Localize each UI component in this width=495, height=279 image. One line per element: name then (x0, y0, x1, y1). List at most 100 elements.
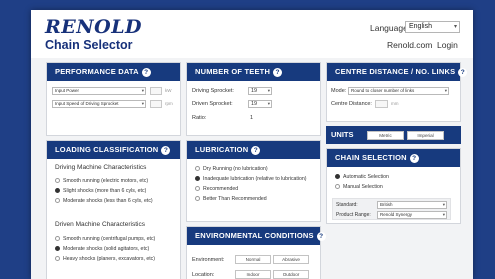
chain-selection-option[interactable]: Automatic Selection (335, 174, 389, 180)
help-icon[interactable]: ? (251, 146, 261, 155)
standard-value: British (380, 202, 393, 207)
input-speed-value: Input Speed of Driving Sprocket (55, 101, 119, 106)
centre-distance-panel: CENTRE DISTANCE / NO. LINKS? Mode: Round… (326, 62, 468, 122)
radio-button[interactable] (195, 176, 200, 181)
location-indoor-toggle[interactable]: Indoor (235, 270, 271, 279)
brand: RENOLD Chain Selector (45, 18, 142, 53)
centre-distance-unit: mm (391, 101, 399, 106)
help-icon[interactable]: ? (409, 154, 419, 163)
driven-machine-option[interactable]: Moderate shocks (solid agitators, etc) (55, 246, 149, 252)
environment-abrasive-toggle[interactable]: Abrasive (273, 255, 309, 264)
chevron-down-icon: ▾ (267, 101, 270, 106)
centre-distance-header: CENTRE DISTANCE / NO. LINKS? (327, 63, 468, 81)
radio-button[interactable] (195, 196, 200, 201)
radio-button[interactable] (195, 166, 200, 171)
driven-sprocket-label: Driven Sprocket: (192, 101, 233, 107)
driving-sprocket-label: Driving Sprocket: (192, 88, 234, 94)
environment-title: ENVIRONMENTAL CONDITIONS (195, 231, 314, 240)
language-label: Language (370, 23, 408, 33)
radio-button[interactable] (55, 236, 60, 241)
driven-sprocket-value: 19 (251, 101, 258, 107)
help-icon[interactable]: ? (141, 68, 151, 77)
mode-select[interactable]: Round to closer number of links ▾ (348, 87, 449, 95)
input-speed-select[interactable]: Input Speed of Driving Sprocket ▾ (52, 100, 146, 108)
app-window: RENOLD Chain Selector Language English ▾… (31, 10, 473, 279)
app-title: Chain Selector (45, 38, 133, 52)
driving-machine-option[interactable]: Moderate shocks (less than 6 cyls, etc) (55, 198, 153, 204)
input-speed-field[interactable] (150, 100, 162, 108)
radio-button[interactable] (55, 256, 60, 261)
standard-label: Standard: (336, 202, 358, 208)
help-icon[interactable]: ? (273, 68, 283, 77)
chain-selection-header: CHAIN SELECTION? (327, 149, 460, 167)
radio-button[interactable] (55, 198, 60, 203)
login-link[interactable]: Login (437, 40, 458, 50)
radio-button[interactable] (195, 186, 200, 191)
language-select[interactable]: English ▾ (405, 21, 460, 33)
units-title: UNITS (331, 130, 354, 139)
driving-machine-option[interactable]: Slight shocks (more than 6 cyls, etc) (55, 188, 146, 194)
chevron-down-icon: ▾ (442, 202, 445, 207)
driven-sprocket-select[interactable]: 19 ▾ (248, 100, 272, 108)
chevron-down-icon: ▾ (453, 24, 457, 30)
lubrication-option[interactable]: Better Than Recommended (195, 196, 267, 202)
help-icon[interactable]: ? (316, 232, 326, 241)
input-power-unit: kW (165, 88, 172, 93)
input-power-select[interactable]: Input Power ▾ (52, 87, 146, 95)
driven-machine-option[interactable]: Smooth running (centrifugal pumps, etc) (55, 236, 155, 242)
performance-panel: PERFORMANCE DATA? Input Power ▾ kW Input… (46, 62, 181, 136)
lubrication-option[interactable]: Inadequate lubrication (relative to lubr… (195, 176, 307, 182)
driving-machine-option[interactable]: Smooth running (electric motors, etc) (55, 178, 148, 184)
help-icon[interactable]: ? (161, 146, 171, 155)
lubrication-option-label: Better Than Recommended (203, 196, 267, 202)
radio-button[interactable] (335, 174, 340, 179)
lubrication-header: LUBRICATION? (187, 141, 320, 159)
driven-machine-option-label: Smooth running (centrifugal pumps, etc) (63, 236, 156, 242)
radio-button[interactable] (55, 188, 60, 193)
location-outdoor-toggle[interactable]: Outdoor (273, 270, 309, 279)
centre-distance-label: Centre Distance: (331, 101, 372, 107)
mode-label: Mode: (331, 88, 347, 94)
loading-panel: LOADING CLASSIFICATION? Driving Machine … (46, 140, 181, 279)
centre-distance-field[interactable] (375, 100, 388, 108)
radio-button[interactable] (55, 178, 60, 183)
chevron-down-icon: ▾ (141, 88, 144, 93)
chain-filter-box: Standard: British ▾ Product Range: Renol… (332, 198, 451, 220)
product-range-select[interactable]: Renold Synergy ▾ (377, 211, 447, 219)
lubrication-option-label: Inadequate lubrication (relative to lubr… (203, 176, 307, 182)
environment-panel: ENVIRONMENTAL CONDITIONS? Environment: N… (186, 226, 326, 279)
renold-logo[interactable]: RENOLD (45, 18, 142, 37)
driving-sprocket-select[interactable]: 19 ▾ (248, 87, 272, 95)
driving-machine-option-label: Moderate shocks (less than 6 cyls, etc) (63, 198, 153, 204)
chevron-down-icon: ▾ (267, 88, 270, 93)
renold-site-link[interactable]: Renold.com (387, 40, 432, 50)
product-range-value: Renold Synergy (380, 212, 413, 217)
teeth-title: NUMBER OF TEETH (195, 67, 271, 76)
header: RENOLD Chain Selector Language English ▾… (31, 10, 473, 58)
driving-sprocket-value: 19 (251, 88, 258, 94)
driven-machine-option[interactable]: Heavy shocks (planers, excavators, etc) (55, 256, 155, 262)
imperial-toggle[interactable]: Imperial (407, 131, 444, 140)
chain-selection-option-label: Manual Selection (343, 184, 383, 190)
radio-button[interactable] (335, 184, 340, 189)
help-icon[interactable]: ? (458, 68, 468, 77)
driven-machine-option-label: Moderate shocks (solid agitators, etc) (63, 246, 150, 252)
units-bar: UNITS Metric Imperial (326, 126, 461, 144)
lubrication-panel: LUBRICATION? Dry Running (no lubrication… (186, 140, 321, 222)
ratio-label: Ratio: (192, 115, 207, 121)
driven-machine-heading: Driven Machine Characteristics (55, 221, 145, 228)
input-power-field[interactable] (150, 87, 162, 95)
radio-button[interactable] (55, 246, 60, 251)
lubrication-option[interactable]: Dry Running (no lubrication) (195, 166, 268, 172)
centre-distance-title: CENTRE DISTANCE / NO. LINKS (335, 67, 456, 76)
standard-select[interactable]: British ▾ (377, 201, 447, 209)
driving-machine-heading: Driving Machine Characteristics (55, 164, 147, 171)
metric-toggle[interactable]: Metric (367, 131, 404, 140)
lubrication-option[interactable]: Recommended (195, 186, 238, 192)
driving-machine-option-label: Smooth running (electric motors, etc) (63, 178, 149, 184)
environment-normal-toggle[interactable]: Normal (235, 255, 271, 264)
language-value: English (409, 23, 432, 30)
chain-selection-option[interactable]: Manual Selection (335, 184, 383, 190)
loading-header: LOADING CLASSIFICATION? (47, 141, 180, 159)
chain-selection-option-label: Automatic Selection (343, 174, 389, 180)
